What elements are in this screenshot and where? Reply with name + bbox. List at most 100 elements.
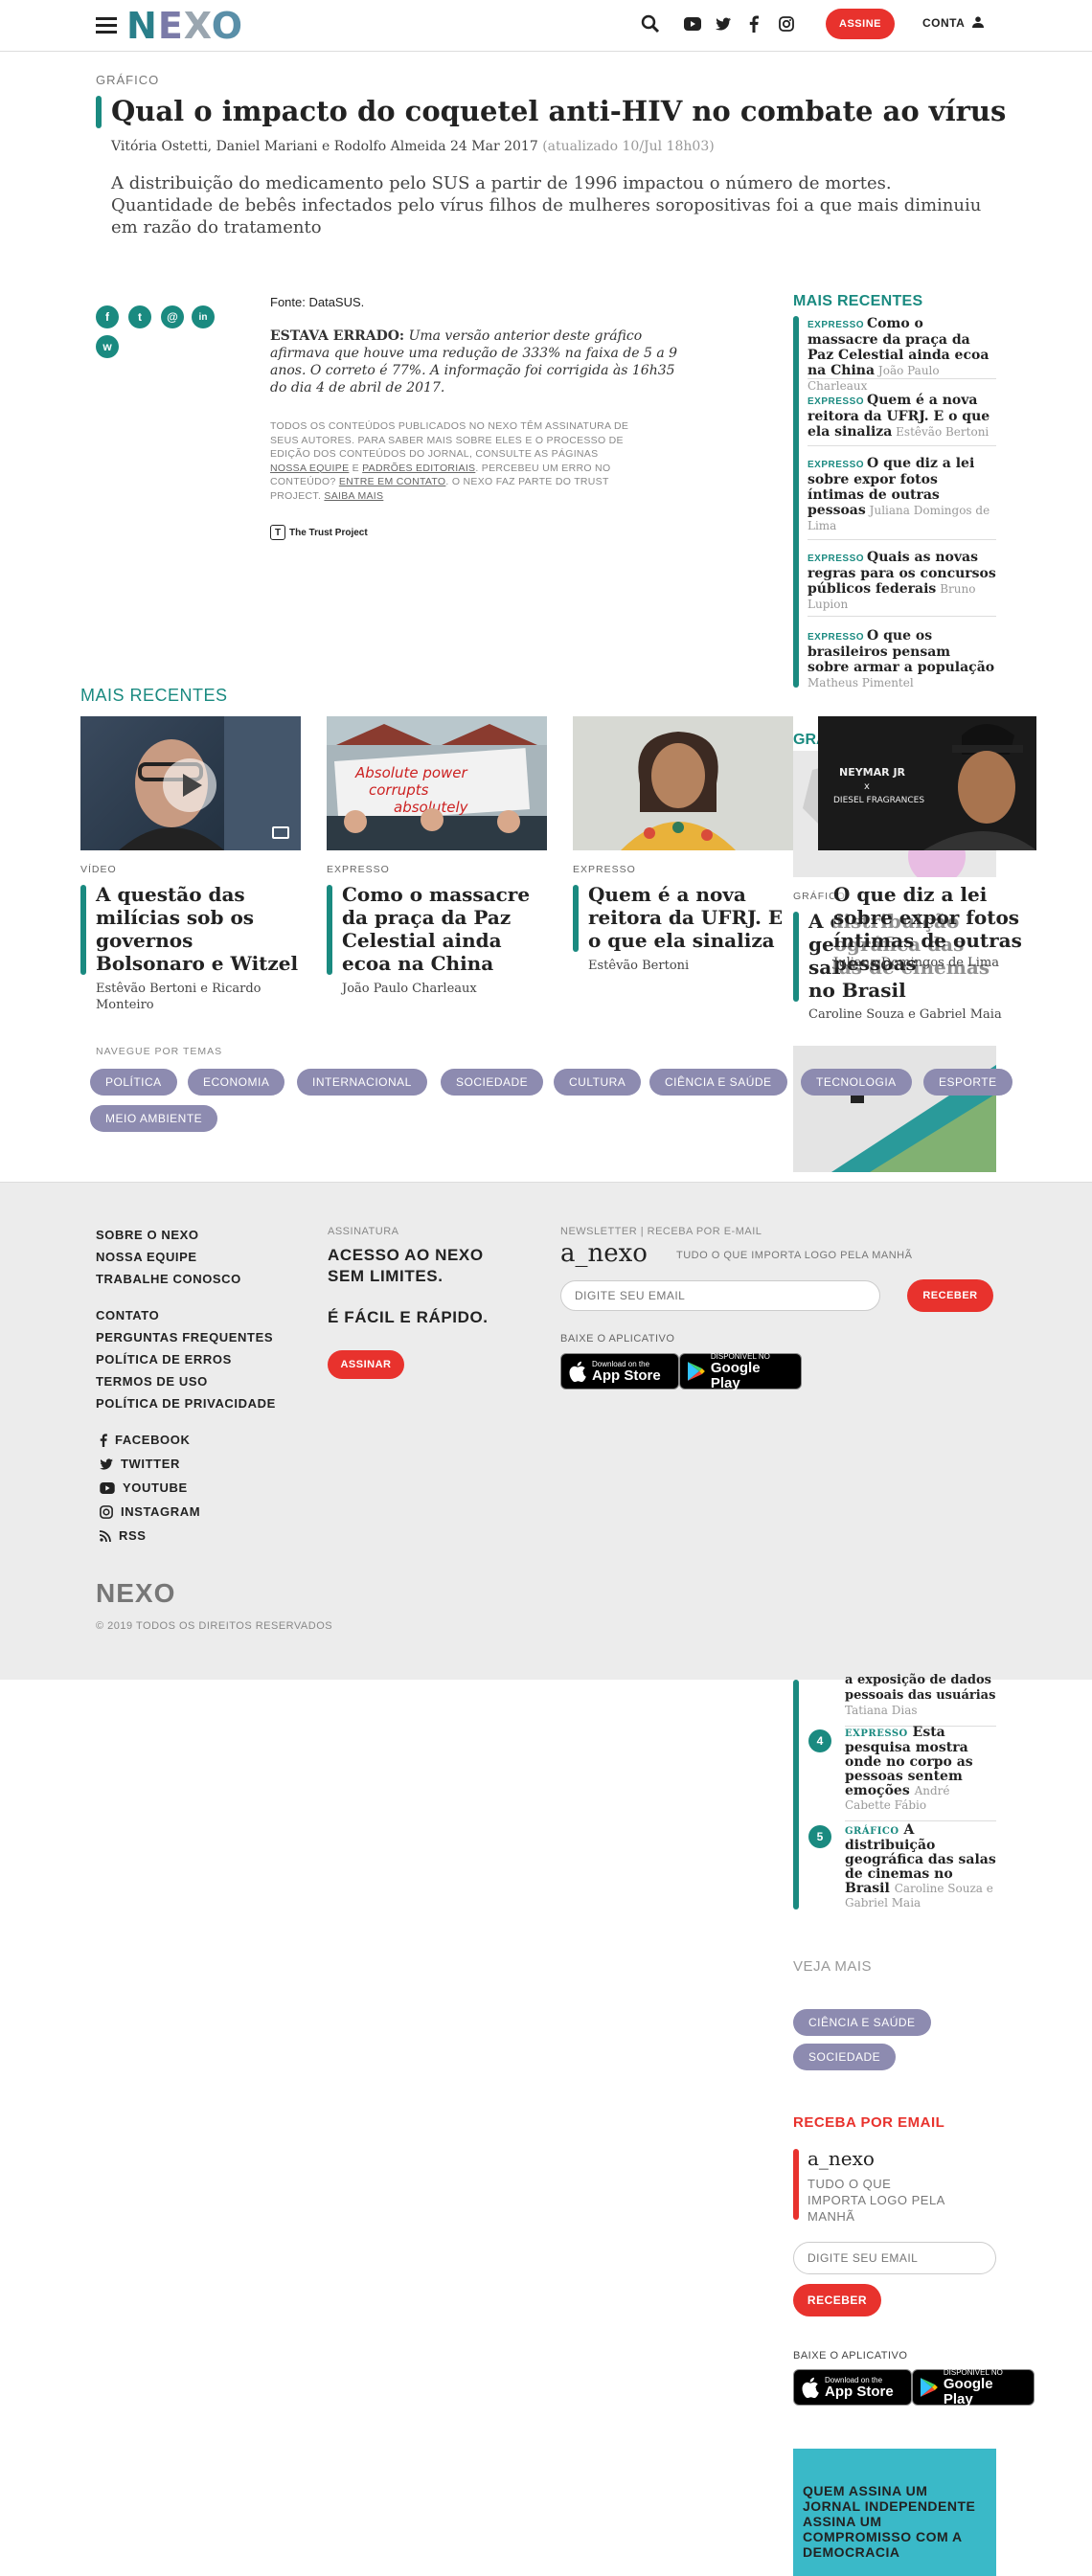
- google-play-badge[interactable]: DISPONÍVEL NO Google Play: [912, 2368, 1035, 2407]
- app-store-badge[interactable]: Download on the App Store: [793, 2369, 912, 2406]
- recent-card[interactable]: Absolute power corrupts absolutely EXPRE…: [327, 716, 547, 996]
- footer-rss-link[interactable]: RSS: [100, 1528, 147, 1543]
- title-accent-bar: [96, 96, 102, 128]
- top-navigation-bar: NEXO ASSINE CONTA: [0, 0, 1092, 52]
- trust-project-label: The Trust Project: [289, 527, 368, 538]
- sidebar-submit-button[interactable]: RECEBER: [793, 2284, 881, 2316]
- footer-link[interactable]: SOBRE O NEXO: [96, 1228, 199, 1242]
- link-nossa-equipe[interactable]: NOSSA EQUIPE: [270, 463, 349, 474]
- share-twitter-icon[interactable]: t: [128, 305, 151, 328]
- see-more-tag-sociedade[interactable]: SOCIEDADE: [793, 2044, 897, 2070]
- assine-button[interactable]: ASSINE: [826, 9, 895, 39]
- newsletter-submit-button[interactable]: RECEBER: [907, 1279, 993, 1312]
- subscribe-button[interactable]: ASSINAR: [328, 1350, 404, 1379]
- recent-card[interactable]: EXPRESSO Quem é a nova reitora da UFRJ. …: [573, 716, 793, 973]
- theme-tag-politica[interactable]: POLÍTICA: [90, 1069, 177, 1096]
- card-tag: EXPRESSO: [573, 864, 636, 875]
- theme-tag-internacional[interactable]: INTERNACIONAL: [297, 1069, 427, 1096]
- theme-tag-cultura[interactable]: CULTURA: [554, 1069, 642, 1096]
- footer-link[interactable]: NOSSA EQUIPE: [96, 1250, 197, 1264]
- card-image[interactable]: [573, 716, 793, 850]
- theme-tag-ciencia-e-saude[interactable]: CIÊNCIA E SAÚDE: [649, 1069, 787, 1096]
- footer-youtube-link[interactable]: YOUTUBE: [100, 1480, 188, 1495]
- item-title: a exposição de dados pessoais das usuári…: [845, 1673, 996, 1703]
- newsletter-email-input[interactable]: [560, 1280, 880, 1311]
- theme-tag-sociedade[interactable]: SOCIEDADE: [441, 1069, 544, 1096]
- newsletter-heading: NEWSLETTER | RECEBA POR E-MAIL: [560, 1226, 762, 1237]
- footer-link[interactable]: PERGUNTAS FREQUENTES: [96, 1330, 273, 1344]
- instagram-icon: [100, 1504, 113, 1519]
- footer-facebook-link[interactable]: FACEBOOK: [100, 1433, 190, 1447]
- instagram-icon[interactable]: [774, 11, 799, 36]
- user-icon: [971, 16, 984, 28]
- share-whatsapp-icon[interactable]: w: [96, 335, 119, 358]
- sidebar-ranked-item[interactable]: EXPRESSO Esta pesquisa mostra onde no co…: [845, 1726, 996, 1821]
- subscription-promo-banner[interactable]: QUEM ASSINA UM JORNAL INDEPENDENTE ASSIN…: [793, 2449, 996, 2576]
- store-big-text: Google Play: [710, 1359, 761, 1391]
- item-tag: EXPRESSO: [808, 320, 865, 330]
- theme-tag-meio-ambiente[interactable]: MEIO AMBIENTE: [90, 1105, 218, 1132]
- share-linkedin-icon[interactable]: in: [192, 305, 215, 328]
- footer-link[interactable]: CONTATO: [96, 1308, 159, 1322]
- theme-tag-tecnologia[interactable]: TECNOLOGIA: [801, 1069, 912, 1096]
- trust-project-badge[interactable]: T The Trust Project: [270, 525, 368, 540]
- link-entre-em-contato[interactable]: ENTRE EM CONTATO: [339, 476, 446, 487]
- card-image[interactable]: Absolute power corrupts absolutely: [327, 716, 547, 850]
- social-label: INSTAGRAM: [121, 1504, 201, 1519]
- footer-logo[interactable]: NEXO: [96, 1578, 175, 1609]
- sidebar-item[interactable]: EXPRESSO Como o massacre da praça da Paz …: [808, 316, 996, 393]
- hamburger-menu-icon[interactable]: [96, 17, 117, 34]
- publish-date: 24 Mar 2017: [450, 139, 538, 154]
- footer-instagram-link[interactable]: INSTAGRAM: [100, 1504, 200, 1519]
- recent-heading: MAIS RECENTES: [80, 686, 228, 705]
- themes-heading: NAVEGUE POR TEMAS: [96, 1046, 223, 1057]
- sidebar-ranked-item[interactable]: GRÁFICO A distribuição geográfica das sa…: [845, 1823, 996, 1918]
- sidebar-partial-item[interactable]: a exposição de dados pessoais das usuári…: [845, 1672, 996, 1727]
- sidebar-email-input[interactable]: [793, 2242, 996, 2274]
- share-email-icon[interactable]: @: [161, 305, 184, 328]
- source-note: Fonte: DataSUS.: [270, 295, 365, 309]
- search-icon[interactable]: [638, 11, 663, 36]
- share-facebook-icon[interactable]: f: [96, 305, 119, 328]
- popup-author: Juliana Domingos de Lima: [833, 956, 999, 970]
- see-more-tag-ciencia[interactable]: CIÊNCIA E SAÚDE: [793, 2009, 931, 2036]
- facebook-icon[interactable]: [741, 11, 766, 36]
- twitter-icon[interactable]: [711, 11, 736, 36]
- item-tag: GRÁFICO: [845, 1826, 899, 1837]
- sidebar-item[interactable]: EXPRESSO Quais as novas regras para os co…: [808, 550, 996, 617]
- footer-link[interactable]: POLÍTICA DE ERROS: [96, 1352, 232, 1367]
- footer-twitter-link[interactable]: TWITTER: [100, 1457, 180, 1471]
- nexo-logo[interactable]: NEXO: [126, 8, 243, 44]
- apple-icon: [802, 2377, 819, 2398]
- link-padroes-editoriais[interactable]: PADRÕES EDITORIAIS: [362, 463, 475, 474]
- video-thumbnail[interactable]: [80, 716, 301, 850]
- youtube-icon[interactable]: [680, 11, 705, 36]
- email-signup-heading: RECEBA POR EMAIL: [793, 2114, 945, 2131]
- theme-tag-esporte[interactable]: ESPORTE: [923, 1069, 1012, 1096]
- footer-link[interactable]: POLÍTICA DE PRIVACIDADE: [96, 1396, 276, 1411]
- mosaic-thumbnail[interactable]: [793, 1046, 996, 1172]
- card-tag: EXPRESSO: [327, 864, 390, 875]
- card-accent-bar: [793, 912, 799, 1002]
- newsletter-logo: a_nexo: [560, 1239, 648, 1268]
- social-label: TWITTER: [121, 1457, 180, 1471]
- sidebar-item[interactable]: EXPRESSO Quem é a nova reitora da UFRJ. E…: [808, 393, 996, 446]
- link-saiba-mais[interactable]: SAIBA MAIS: [324, 490, 383, 502]
- sidebar-item[interactable]: EXPRESSO O que diz a lei sobre expor foto…: [808, 456, 996, 540]
- play-icon[interactable]: [163, 758, 216, 812]
- correction-label: ESTAVA ERRADO:: [270, 328, 405, 344]
- app-store-badge[interactable]: Download on the App Store: [560, 1353, 679, 1390]
- hover-popup-card[interactable]: NEYMAR JR x DIESEL FRAGRANCES: [818, 716, 1036, 850]
- card-tag: VÍDEO: [80, 864, 117, 875]
- card-title: Como o massacre da praça da Paz Celestia…: [342, 883, 531, 975]
- authors[interactable]: Vitória Ostetti, Daniel Mariani e Rodolf…: [111, 139, 446, 154]
- item-tag: EXPRESSO: [845, 1729, 908, 1739]
- footer-link[interactable]: TRABALHE CONOSCO: [96, 1272, 241, 1286]
- theme-tag-economia[interactable]: ECONOMIA: [188, 1069, 285, 1096]
- sidebar-item[interactable]: EXPRESSO O que os brasileiros pensam sobr…: [808, 628, 996, 690]
- account-menu[interactable]: CONTA: [922, 16, 984, 30]
- google-play-badge[interactable]: DISPONÍVEL NO Google Play: [679, 1352, 802, 1391]
- rank-badge: 5: [808, 1825, 831, 1848]
- footer-link[interactable]: TERMOS DE USO: [96, 1374, 208, 1389]
- recent-card[interactable]: VÍDEO A questão das milícias sob os gove…: [80, 716, 301, 1012]
